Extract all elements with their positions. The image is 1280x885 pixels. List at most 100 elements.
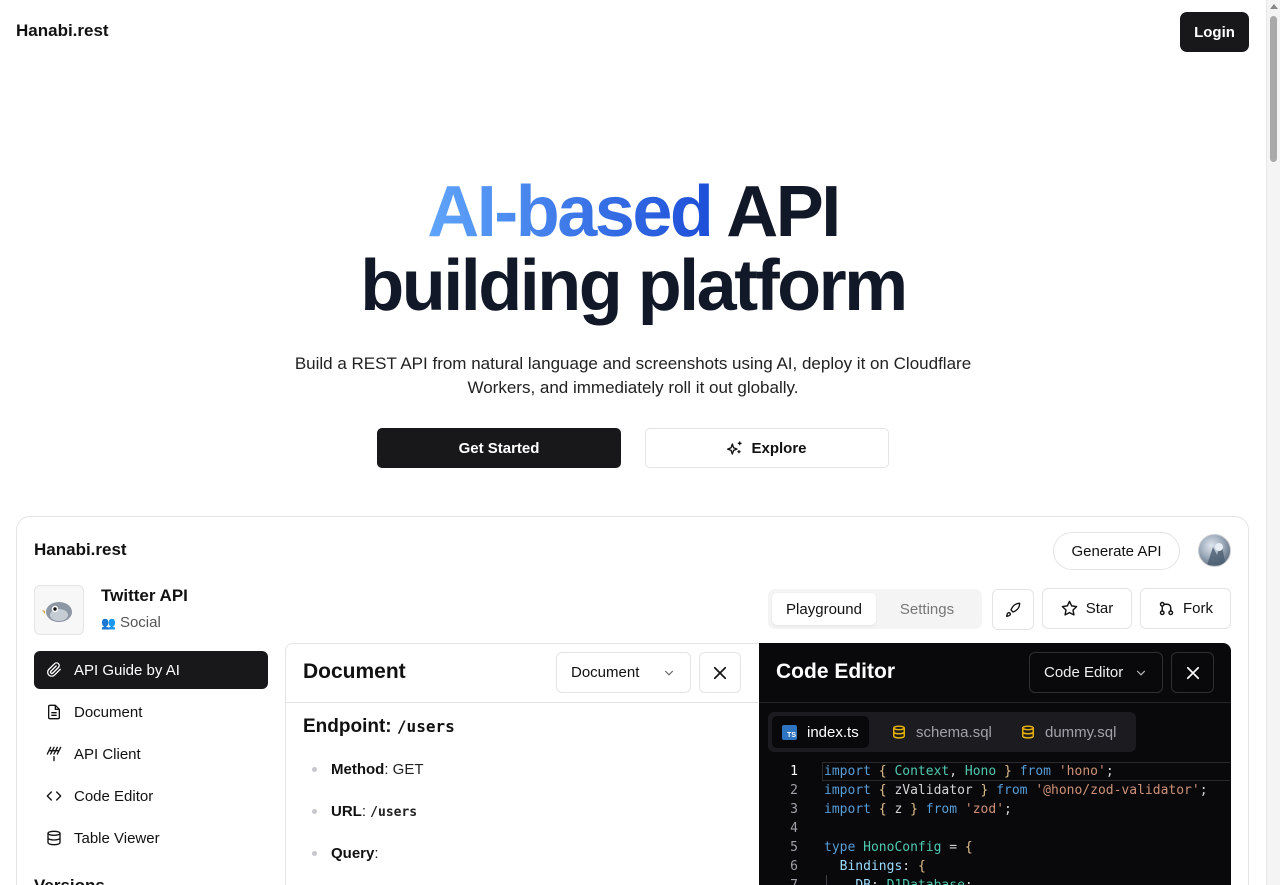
database-file-icon [1022, 725, 1034, 739]
view-tabs: Playground Settings [768, 589, 982, 629]
list-item: Method: GET [312, 761, 424, 778]
close-icon [1186, 666, 1199, 679]
bullet [312, 809, 317, 814]
file-tab-label: schema.sql [916, 723, 992, 741]
site-brand[interactable]: Hanabi.rest [16, 21, 109, 41]
scroll-thumb[interactable] [1270, 16, 1277, 162]
code-header-divider [759, 702, 1231, 703]
document-panel-title: Document [303, 660, 406, 683]
endpoint-path: /users [396, 717, 455, 736]
tab-playground[interactable]: Playground [772, 593, 876, 625]
star-button[interactable]: Star [1042, 588, 1132, 629]
generate-api-button[interactable]: Generate API [1053, 532, 1180, 570]
sidebar-item-document[interactable]: Document [34, 693, 268, 731]
line-number: 5 [790, 840, 798, 855]
api-logo [34, 585, 84, 635]
hero-title-rest: API [711, 172, 841, 252]
url-label: URL [331, 803, 362, 820]
bird-icon [42, 602, 72, 622]
database-file-icon [893, 725, 905, 739]
indent-guide [826, 875, 827, 885]
list-item: URL: /users [312, 803, 417, 820]
close-icon [713, 666, 727, 679]
top-navigation: Hanabi.rest Login [0, 0, 1266, 64]
sidebar-item-label: API Guide by AI [74, 661, 180, 679]
hero-subtitle: Build a REST API from natural language a… [294, 354, 972, 397]
user-avatar[interactable] [1198, 534, 1231, 567]
code-editor-view-select[interactable]: Code Editor [1029, 652, 1163, 693]
file-tab-label: dummy.sql [1045, 723, 1117, 741]
query-label: Query [331, 845, 375, 862]
document-close-button[interactable] [699, 652, 741, 693]
url-value: /users [370, 805, 418, 820]
file-tab-schema-sql[interactable]: schema.sql [882, 716, 1002, 748]
hero-title-highlight: AI-based [427, 172, 714, 252]
file-icon [48, 704, 60, 720]
url-line: URL: /users [331, 803, 418, 820]
line-number: 6 [790, 859, 798, 874]
hero-title-line-2: building platform [360, 246, 908, 326]
file-tab-label: index.ts [807, 723, 859, 741]
preview-brand[interactable]: Hanabi.rest [34, 540, 127, 560]
chevron-down-icon [664, 670, 674, 676]
sidebar-item-table-viewer[interactable]: Table Viewer [34, 819, 268, 857]
file-tab-dummy-sql[interactable]: dummy.sql [1011, 716, 1126, 748]
typescript-file-icon: TS [782, 724, 797, 740]
antenna-icon [46, 746, 62, 762]
rocket-icon [1006, 602, 1021, 617]
method-line: Method: GET [331, 761, 424, 778]
login-button[interactable]: Login [1180, 12, 1249, 52]
line-number: 7 [776, 876, 798, 885]
explore-button[interactable]: Explore [645, 428, 889, 468]
code-line: 4 [776, 819, 1231, 838]
code-icon [46, 791, 62, 801]
star-icon [1061, 600, 1078, 616]
document-header-divider [286, 702, 759, 703]
document-select-value: Document [571, 664, 640, 681]
code-editor-close-button[interactable] [1171, 652, 1214, 693]
endpoint-heading: Endpoint: /users [303, 716, 455, 738]
line-number: 4 [790, 821, 798, 836]
sparkles-icon [727, 441, 743, 455]
sidebar-item-code-editor[interactable]: Code Editor [34, 777, 268, 815]
code-editor-content[interactable]: 1 import { Context, Hono } from 'hono'; 2… [776, 762, 1231, 885]
code-line: 2 import { zValidator } from '@hono/zod-v… [776, 781, 1231, 800]
document-view-select[interactable]: Document [556, 652, 691, 693]
method-value: : GET [384, 761, 424, 778]
code-select-value: Code Editor [1044, 664, 1124, 681]
list-item: Query: [312, 845, 379, 862]
code-line: 1 import { Context, Hono } from 'hono'; [776, 762, 1231, 781]
api-title: Twitter API [101, 586, 188, 605]
query-suffix: : [374, 845, 379, 862]
code-line: 3 import { z } from 'zod'; [776, 800, 1231, 819]
scroll-up-arrow-icon[interactable] [1270, 4, 1278, 9]
sidebar-item-api-client[interactable]: API Client [34, 735, 268, 773]
people-icon: 👥 [101, 615, 116, 630]
sidebar-item-label: API Client [74, 745, 141, 763]
line-number: 1 [790, 764, 798, 779]
line-number: 2 [790, 783, 798, 798]
sidebar-item-label: Code Editor [74, 787, 154, 805]
file-tab-index-ts[interactable]: TS index.ts [772, 716, 869, 748]
sidebar-item-label: Table Viewer [74, 829, 160, 847]
method-label: Method [331, 761, 385, 778]
code-line: 6 Bindings: { [776, 857, 1231, 876]
sidebar-item-api-guide[interactable]: API Guide by AI [34, 651, 268, 689]
git-fork-icon [1159, 601, 1174, 616]
tab-settings[interactable]: Settings [876, 593, 978, 625]
paperclip-icon [47, 662, 61, 677]
endpoint-label: Endpoint: [303, 716, 397, 737]
bullet [312, 767, 317, 772]
api-category: 👥 Social [101, 614, 161, 631]
code-editor-title: Code Editor [776, 660, 895, 683]
bullet [312, 851, 317, 856]
explore-button-label: Explore [751, 439, 807, 457]
query-line: Query: [331, 845, 379, 862]
database-icon [47, 830, 61, 846]
chevron-down-icon [1136, 670, 1146, 676]
hero-title-line-1: AI-based API [0, 172, 1266, 252]
deploy-button[interactable] [992, 589, 1034, 630]
page-scrollbar[interactable] [1266, 0, 1280, 885]
fork-button[interactable]: Fork [1140, 588, 1231, 629]
get-started-button[interactable]: Get Started [377, 428, 621, 468]
